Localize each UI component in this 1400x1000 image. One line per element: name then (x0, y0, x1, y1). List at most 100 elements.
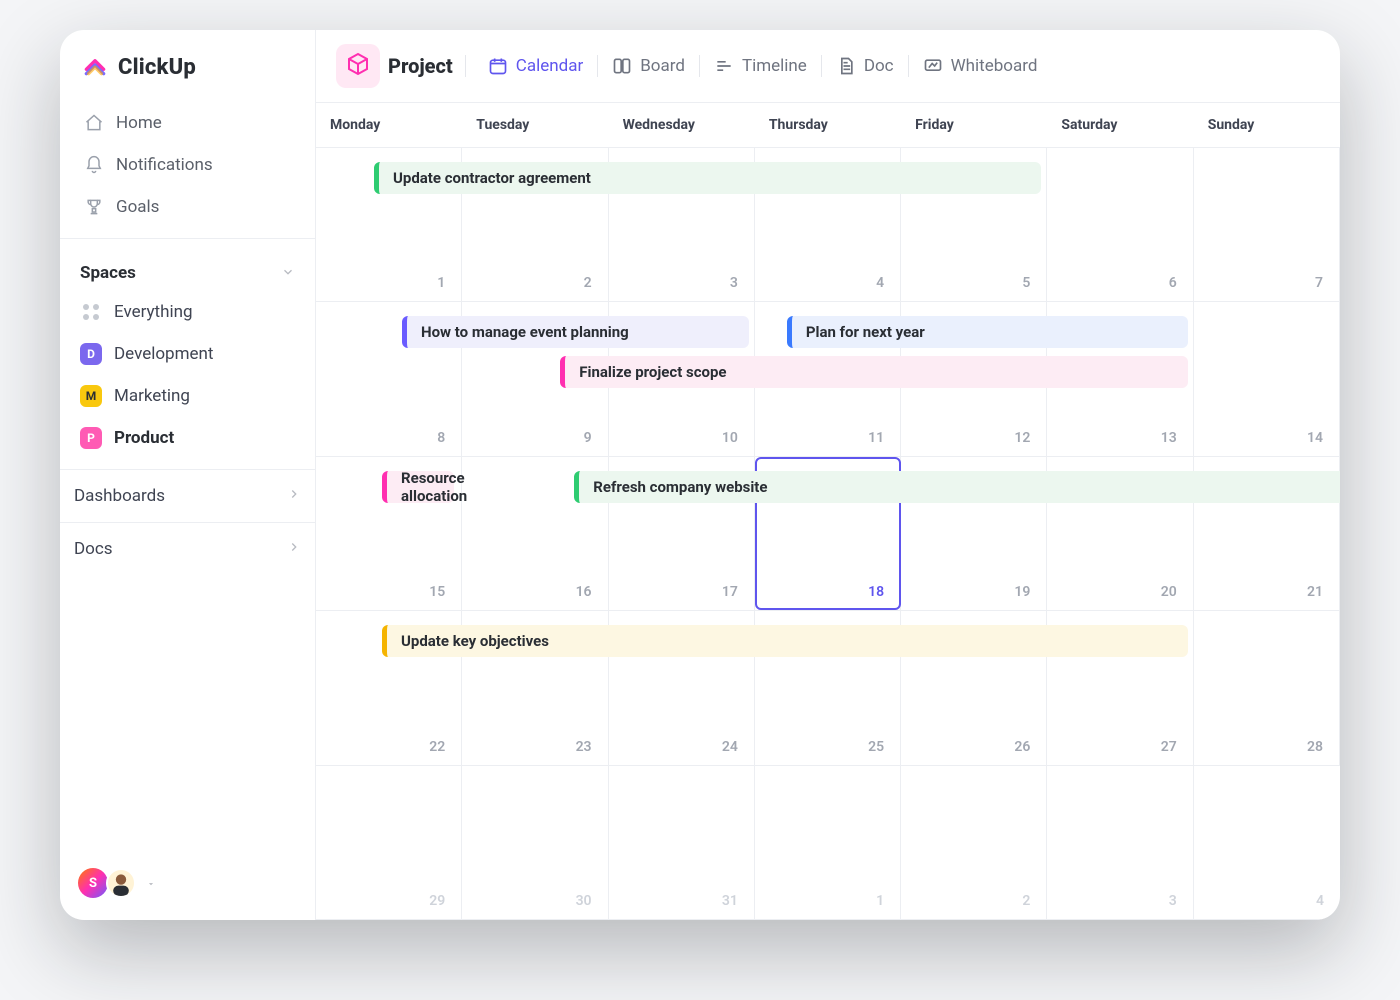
nav-notifications[interactable]: Notifications (70, 144, 305, 186)
brand-logo-icon (82, 52, 108, 82)
home-icon (84, 113, 104, 133)
weekday-header: Tuesday (462, 103, 608, 147)
day-number: 2 (1022, 893, 1030, 909)
day-number: 13 (1161, 430, 1177, 446)
tab-label: Whiteboard (951, 56, 1038, 76)
day-number: 26 (1014, 739, 1030, 755)
calendar-day[interactable]: 2 (901, 766, 1047, 919)
calendar-week: 1234567Update contractor agreement (316, 148, 1340, 302)
divider (908, 55, 909, 77)
timeline-icon (714, 56, 734, 76)
spaces-title: Spaces (80, 263, 136, 283)
chevron-right-icon (287, 539, 301, 559)
day-number: 29 (429, 893, 445, 909)
calendar-event[interactable]: Update contractor agreement (374, 162, 1041, 194)
day-number: 24 (722, 739, 738, 755)
space-item-development[interactable]: D Development (72, 333, 303, 375)
space-item-product[interactable]: P Product (72, 417, 303, 459)
day-number: 3 (1169, 893, 1177, 909)
spaces-header[interactable]: Spaces (72, 249, 303, 291)
avatar-secondary[interactable] (106, 868, 136, 898)
tab-label: Doc (864, 56, 894, 76)
calendar-day[interactable]: 7 (1194, 148, 1340, 301)
space-badge: P (80, 427, 102, 449)
day-number: 15 (429, 584, 445, 600)
day-number: 8 (437, 430, 445, 446)
nav-label: Docs (74, 539, 113, 559)
divider (465, 55, 466, 77)
calendar-day[interactable]: 14 (1194, 302, 1340, 455)
day-number: 23 (576, 739, 592, 755)
tab-timeline[interactable]: Timeline (704, 48, 817, 84)
day-number: 21 (1307, 584, 1323, 600)
nav-label: Dashboards (74, 486, 165, 506)
space-badge: M (80, 385, 102, 407)
main: Project CalendarBoardTimelineDocWhiteboa… (316, 30, 1340, 920)
calendar-day[interactable]: 28 (1194, 611, 1340, 764)
calendar-week: 15161718192021Resource allocationRefresh… (316, 457, 1340, 611)
nav-label: Goals (116, 197, 159, 217)
day-number: 11 (868, 430, 884, 446)
primary-nav: Home Notifications Goals (60, 100, 315, 238)
calendar-event[interactable]: Refresh company website (574, 471, 1340, 503)
weekday-header: Sunday (1194, 103, 1340, 147)
event-label: Resource allocation (401, 469, 467, 505)
day-number: 22 (429, 739, 445, 755)
event-label: Refresh company website (593, 478, 767, 496)
space-item-marketing[interactable]: M Marketing (72, 375, 303, 417)
space-label: Product (114, 428, 174, 448)
calendar-event[interactable]: Update key objectives (382, 625, 1188, 657)
day-number: 5 (1022, 275, 1030, 291)
project-pill[interactable] (336, 44, 380, 88)
calendar-event[interactable]: How to manage event planning (402, 316, 749, 348)
brand: ClickUp (60, 30, 315, 100)
nav-home[interactable]: Home (70, 102, 305, 144)
day-number: 31 (722, 893, 738, 909)
app-frame: ClickUp Home Notifications Goals (60, 30, 1340, 920)
calendar-week: 29 30 31 1 2 3 4 (316, 766, 1340, 920)
calendar-day[interactable]: 6 (1047, 148, 1193, 301)
calendar-day[interactable]: 31 (609, 766, 755, 919)
spaces-section: Spaces Everything D DevelopmentM Marketi… (60, 238, 315, 469)
day-number: 25 (868, 739, 884, 755)
nav-label: Notifications (116, 155, 213, 175)
nav-dashboards[interactable]: Dashboards (60, 469, 315, 522)
divider (821, 55, 822, 77)
calendar-day[interactable]: 29 (316, 766, 462, 919)
topbar: Project CalendarBoardTimelineDocWhiteboa… (316, 30, 1340, 103)
tab-calendar[interactable]: Calendar (478, 48, 593, 84)
day-number: 16 (576, 584, 592, 600)
space-label: Marketing (114, 386, 190, 406)
caret-down-icon[interactable] (142, 874, 156, 893)
nav-docs[interactable]: Docs (60, 522, 315, 575)
calendar-day[interactable]: 4 (1194, 766, 1340, 919)
tab-board[interactable]: Board (602, 48, 695, 84)
day-number: 27 (1161, 739, 1177, 755)
weekday-header: Monday (316, 103, 462, 147)
calendar-day[interactable]: 3 (1047, 766, 1193, 919)
calendar-icon (488, 56, 508, 76)
day-number: 9 (584, 430, 592, 446)
day-number: 7 (1315, 275, 1323, 291)
calendar-event[interactable]: Resource allocation (382, 471, 454, 503)
event-label: Update contractor agreement (393, 169, 591, 187)
day-number: 1 (437, 275, 445, 291)
divider (597, 55, 598, 77)
calendar-event[interactable]: Finalize project scope (560, 356, 1187, 388)
avatar-primary[interactable]: S (78, 868, 108, 898)
nav-label: Home (116, 113, 162, 133)
weekday-header: Wednesday (609, 103, 755, 147)
cube-icon (346, 52, 370, 80)
space-everything[interactable]: Everything (72, 291, 303, 333)
space-label: Everything (114, 302, 193, 322)
weekday-header: Thursday (755, 103, 901, 147)
calendar-event[interactable]: Plan for next year (787, 316, 1188, 348)
tab-doc[interactable]: Doc (826, 48, 904, 84)
calendar-day[interactable]: 1 (755, 766, 901, 919)
everything-icon (80, 301, 102, 323)
day-number: 10 (722, 430, 738, 446)
calendar-day[interactable]: 30 (462, 766, 608, 919)
day-number: 18 (868, 584, 884, 600)
nav-goals[interactable]: Goals (70, 186, 305, 228)
tab-whiteboard[interactable]: Whiteboard (913, 48, 1048, 84)
